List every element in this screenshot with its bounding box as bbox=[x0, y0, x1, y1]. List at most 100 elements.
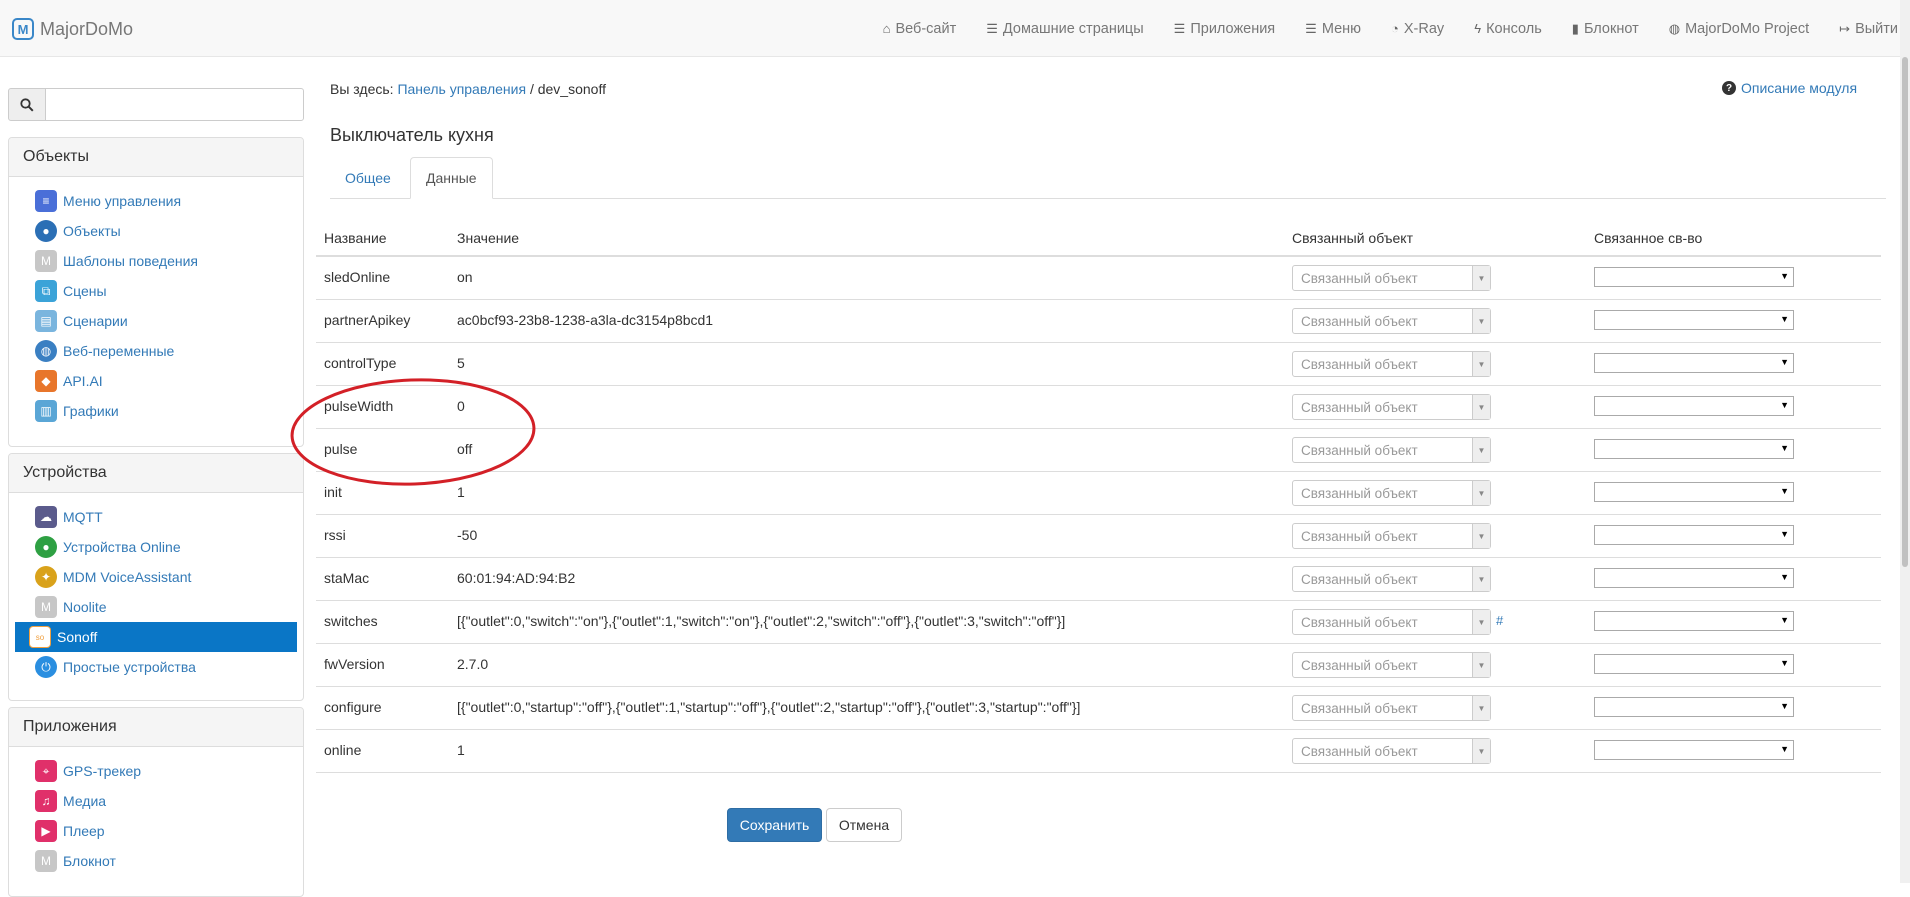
nav-notebook[interactable]: ▮ Блокнот bbox=[1572, 21, 1639, 37]
search-button[interactable] bbox=[8, 88, 46, 121]
panel-apps-body: ⌖ GPS-трекер ♫ Медиа ▶ Плеер M Блокнот bbox=[9, 747, 303, 876]
nav-home-pages[interactable]: ☰ Домашние страницы bbox=[986, 21, 1143, 37]
linked-property-select[interactable]: ▼ bbox=[1594, 396, 1794, 416]
cell-value: 2.7.0 bbox=[457, 656, 489, 672]
nav-console[interactable]: ϟ Консоль bbox=[1474, 21, 1542, 37]
sidebar-item-simple-devices[interactable]: ⏻ Простые устройства bbox=[15, 652, 297, 682]
list-icon: ☰ bbox=[986, 20, 998, 36]
table-header: Название Значение Связанный объект Связа… bbox=[316, 219, 1881, 257]
sidebar-item-media[interactable]: ♫ Медиа bbox=[15, 786, 297, 816]
linked-property-select[interactable]: ▼ bbox=[1594, 310, 1794, 330]
nav-apps[interactable]: ☰ Приложения bbox=[1174, 21, 1276, 37]
linked-object-placeholder: Связанный объект bbox=[1301, 572, 1418, 587]
sidebar-item-online-devices[interactable]: ● Устройства Online bbox=[15, 532, 297, 562]
linked-object-placeholder: Связанный объект bbox=[1301, 357, 1418, 372]
module-description-link[interactable]: ? Описание модуля bbox=[1722, 80, 1857, 96]
chevron-down-icon: ▼ bbox=[1472, 653, 1490, 677]
sidebar-item-voice-assistant[interactable]: ✦ MDM VoiceAssistant bbox=[15, 562, 297, 592]
list-icon: ☰ bbox=[1173, 20, 1186, 36]
sidebar-item-noolite[interactable]: M Noolite bbox=[15, 592, 297, 622]
linked-object-placeholder: Связанный объект bbox=[1301, 744, 1418, 759]
linked-object-select[interactable]: Связанный объект ▼ bbox=[1292, 609, 1491, 635]
sidebar-item-apiai[interactable]: ◆ API.AI bbox=[15, 366, 297, 396]
panel-objects-body: ≡ Меню управления ● Объекты M Шаблоны повед… bbox=[9, 177, 303, 426]
music-icon: ♫ bbox=[35, 790, 57, 812]
table-row: init 1 Связанный объект ▼ ▼ bbox=[316, 472, 1881, 515]
linked-object-select[interactable]: Связанный объект ▼ bbox=[1292, 566, 1491, 592]
scripts-icon: ▤ bbox=[35, 310, 57, 332]
cell-name: init bbox=[324, 484, 342, 500]
nav-links: ⌂ Веб-сайт ☰ Домашние страницы ☰ Приложения… bbox=[853, 0, 1898, 57]
cell-name: switches bbox=[324, 613, 378, 629]
sidebar-item-objects[interactable]: ● Объекты bbox=[15, 216, 297, 246]
save-button[interactable]: Сохранить bbox=[727, 808, 822, 842]
linked-property-select[interactable]: ▼ bbox=[1594, 525, 1794, 545]
linked-object-select[interactable]: Связанный объект ▼ bbox=[1292, 695, 1491, 721]
linked-property-select[interactable]: ▼ bbox=[1594, 654, 1794, 674]
sidebar-item-charts[interactable]: ▥ Графики bbox=[15, 396, 297, 426]
chevron-down-icon: ▼ bbox=[1780, 615, 1789, 625]
sidebar-item-gps[interactable]: ⌖ GPS-трекер bbox=[15, 756, 297, 786]
scrollbar-thumb[interactable] bbox=[1902, 57, 1908, 567]
breadcrumb-link-control-panel[interactable]: Панель управления bbox=[397, 81, 526, 97]
scrollbar[interactable] bbox=[1900, 0, 1910, 883]
sidebar-item-scenes[interactable]: ⧉ Сцены bbox=[15, 276, 297, 306]
linked-property-select[interactable]: ▼ bbox=[1594, 353, 1794, 373]
search-input[interactable] bbox=[45, 88, 304, 121]
linked-property-select[interactable]: ▼ bbox=[1594, 568, 1794, 588]
sidebar-item-web-vars[interactable]: ◍ Веб-переменные bbox=[15, 336, 297, 366]
linked-object-select[interactable]: Связанный объект ▼ bbox=[1292, 480, 1491, 506]
mqtt-icon: ☁ bbox=[35, 506, 57, 528]
linked-object-select[interactable]: Связанный объект ▼ bbox=[1292, 351, 1491, 377]
linked-property-select[interactable]: ▼ bbox=[1594, 482, 1794, 502]
sidebar-item-notebook[interactable]: M Блокнот bbox=[15, 846, 297, 876]
search-icon bbox=[20, 97, 34, 112]
sidebar-item-sonoff[interactable]: so Sonoff bbox=[15, 622, 297, 652]
nav-xray[interactable]: ◔ X-Ray bbox=[1391, 21, 1444, 37]
cell-name: rssi bbox=[324, 527, 346, 543]
linked-object-select[interactable]: Связанный объект ▼ bbox=[1292, 652, 1491, 678]
nav-logout[interactable]: ↦ Выйти bbox=[1839, 21, 1898, 37]
sidebar-item-mqtt[interactable]: ☁ MQTT bbox=[15, 502, 297, 532]
question-icon: ? bbox=[1722, 81, 1736, 95]
menu-icon: ≡ bbox=[35, 190, 57, 212]
nav-website[interactable]: ⌂ Веб-сайт bbox=[883, 21, 957, 37]
tabs: Общее Данные bbox=[330, 157, 1886, 199]
linked-object-select[interactable]: Связанный объект ▼ bbox=[1292, 738, 1491, 764]
chevron-down-icon: ▼ bbox=[1472, 739, 1490, 763]
linked-property-select[interactable]: ▼ bbox=[1594, 611, 1794, 631]
chevron-down-icon: ▼ bbox=[1472, 481, 1490, 505]
sidebar-item-player[interactable]: ▶ Плеер bbox=[15, 816, 297, 846]
linked-object-placeholder: Связанный объект bbox=[1301, 529, 1418, 544]
sidebar-item-scripts[interactable]: ▤ Сценарии bbox=[15, 306, 297, 336]
globe-icon: ◍ bbox=[1668, 20, 1681, 36]
nav-menu[interactable]: ☰ Меню bbox=[1305, 21, 1361, 37]
linked-property-select[interactable]: ▼ bbox=[1594, 267, 1794, 287]
linked-object-select[interactable]: Связанный объект ▼ bbox=[1292, 523, 1491, 549]
linked-object-select[interactable]: Связанный объект ▼ bbox=[1292, 437, 1491, 463]
tab-data[interactable]: Данные bbox=[410, 157, 493, 199]
cancel-button[interactable]: Отмена bbox=[826, 808, 902, 842]
linked-object-select[interactable]: Связанный объект ▼ bbox=[1292, 394, 1491, 420]
cell-name: controlType bbox=[324, 355, 397, 371]
panel-devices-body: ☁ MQTT ● Устройства Online ✦ MDM VoiceAssis… bbox=[9, 493, 303, 682]
linked-object-select[interactable]: Связанный объект ▼ bbox=[1292, 308, 1491, 334]
table-row: sledOnline on Связанный объект ▼ ▼ bbox=[316, 257, 1881, 300]
header-linked-object: Связанный объект bbox=[1292, 230, 1413, 246]
nav-project[interactable]: ◍ MajorDoMo Project bbox=[1669, 21, 1809, 37]
cell-name: configure bbox=[324, 699, 382, 715]
majordomo-logo-icon: M bbox=[12, 18, 34, 40]
sidebar-item-control-menu[interactable]: ≡ Меню управления bbox=[15, 186, 297, 216]
brand[interactable]: M MajorDoMo bbox=[12, 16, 133, 42]
tab-general[interactable]: Общее bbox=[330, 157, 406, 198]
sidebar-item-behavior-templates[interactable]: M Шаблоны поведения bbox=[15, 246, 297, 276]
linked-property-select[interactable]: ▼ bbox=[1594, 740, 1794, 760]
property-link[interactable]: # bbox=[1496, 613, 1503, 628]
linked-property-select[interactable]: ▼ bbox=[1594, 439, 1794, 459]
linked-object-select[interactable]: Связанный объект ▼ bbox=[1292, 265, 1491, 291]
linked-property-select[interactable]: ▼ bbox=[1594, 697, 1794, 717]
chevron-down-icon: ▼ bbox=[1780, 314, 1789, 324]
header-value: Значение bbox=[457, 230, 520, 246]
table-row: switches [{"outlet":0,"switch":"on"},{"ou… bbox=[316, 601, 1881, 644]
chevron-down-icon: ▼ bbox=[1780, 400, 1789, 410]
